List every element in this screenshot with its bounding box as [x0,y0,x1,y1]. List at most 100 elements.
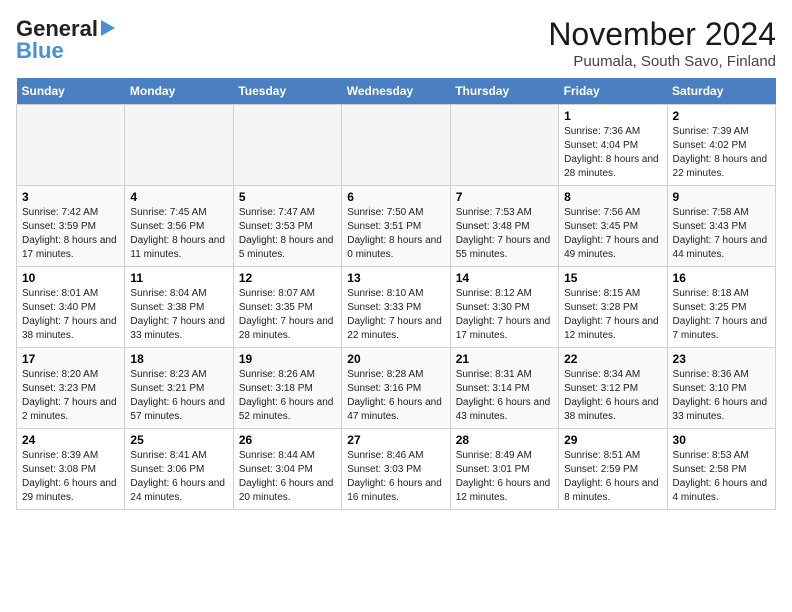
day-info: Sunrise: 7:36 AM Sunset: 4:04 PM Dayligh… [564,125,661,181]
day-number: 21 [456,352,553,366]
col-friday: Friday [559,78,667,105]
table-row [125,105,233,186]
day-number: 28 [456,433,553,447]
day-number: 17 [22,352,119,366]
day-info: Sunrise: 8:18 AM Sunset: 3:25 PM Dayligh… [673,287,770,343]
day-number: 24 [22,433,119,447]
day-info: Sunrise: 8:10 AM Sunset: 3:33 PM Dayligh… [347,287,444,343]
page-header: General Blue November 2024 Puumala, Sout… [16,16,776,70]
day-number: 19 [239,352,336,366]
table-row: 11Sunrise: 8:04 AM Sunset: 3:38 PM Dayli… [125,267,233,348]
col-sunday: Sunday [17,78,125,105]
table-row [450,105,558,186]
day-number: 23 [673,352,770,366]
table-row: 8Sunrise: 7:56 AM Sunset: 3:45 PM Daylig… [559,186,667,267]
day-info: Sunrise: 8:31 AM Sunset: 3:14 PM Dayligh… [456,368,553,424]
table-row: 16 Sunrise: 8:18 AM Sunset: 3:25 PM Dayli… [667,267,775,348]
table-row: 12Sunrise: 8:07 AM Sunset: 3:35 PM Dayli… [233,267,341,348]
table-row: 3 Sunrise: 7:42 AM Sunset: 3:59 PM Daylig… [17,186,125,267]
location-subtitle: Puumala, South Savo, Finland [548,53,776,70]
logo-arrow-icon [101,20,115,36]
table-row: 18Sunrise: 8:23 AM Sunset: 3:21 PM Dayli… [125,348,233,429]
table-row: 21 Sunrise: 8:31 AM Sunset: 3:14 PM Dayli… [450,348,558,429]
day-info: Sunrise: 7:45 AM Sunset: 3:56 PM Dayligh… [130,206,227,262]
col-tuesday: Tuesday [233,78,341,105]
day-info: Sunrise: 7:56 AM Sunset: 3:45 PM Dayligh… [564,206,661,262]
day-info: Sunrise: 8:44 AM Sunset: 3:04 PM Dayligh… [239,449,336,505]
day-info: Sunrise: 8:46 AM Sunset: 3:03 PM Dayligh… [347,449,444,505]
day-number: 22 [564,352,661,366]
day-info: Sunrise: 7:50 AM Sunset: 3:51 PM Dayligh… [347,206,444,262]
day-info: Sunrise: 7:42 AM Sunset: 3:59 PM Dayligh… [22,206,119,262]
day-info: Sunrise: 8:39 AM Sunset: 3:08 PM Dayligh… [22,449,119,505]
day-info: Sunrise: 8:01 AM Sunset: 3:40 PM Dayligh… [22,287,119,343]
day-number: 30 [673,433,770,447]
day-info: Sunrise: 8:34 AM Sunset: 3:12 PM Dayligh… [564,368,661,424]
col-saturday: Saturday [667,78,775,105]
col-thursday: Thursday [450,78,558,105]
table-row: 14 Sunrise: 8:12 AM Sunset: 3:30 PM Dayli… [450,267,558,348]
col-monday: Monday [125,78,233,105]
day-number: 1 [564,109,661,123]
day-info: Sunrise: 8:28 AM Sunset: 3:16 PM Dayligh… [347,368,444,424]
title-area: November 2024 Puumala, South Savo, Finla… [548,16,776,70]
day-number: 27 [347,433,444,447]
table-row: 13 Sunrise: 8:10 AM Sunset: 3:33 PM Dayli… [342,267,450,348]
day-number: 10 [22,271,119,285]
table-row [342,105,450,186]
day-info: Sunrise: 8:20 AM Sunset: 3:23 PM Dayligh… [22,368,119,424]
table-row: 22 Sunrise: 8:34 AM Sunset: 3:12 PM Dayli… [559,348,667,429]
table-row: 2 Sunrise: 7:39 AM Sunset: 4:02 PM Daylig… [667,105,775,186]
table-row: 4 Sunrise: 7:45 AM Sunset: 3:56 PM Daylig… [125,186,233,267]
table-row: 10 Sunrise: 8:01 AM Sunset: 3:40 PM Dayli… [17,267,125,348]
day-info: Sunrise: 8:23 AM Sunset: 3:21 PM Dayligh… [130,368,227,424]
month-title: November 2024 [548,16,776,53]
day-number: 25 [130,433,227,447]
day-info: Sunrise: 7:47 AM Sunset: 3:53 PM Dayligh… [239,206,336,262]
table-row: 25Sunrise: 8:41 AM Sunset: 3:06 PM Dayli… [125,429,233,510]
table-row: 27 Sunrise: 8:46 AM Sunset: 3:03 PM Dayli… [342,429,450,510]
day-info: Sunrise: 7:53 AM Sunset: 3:48 PM Dayligh… [456,206,553,262]
day-number: 6 [347,190,444,204]
table-row: 24 Sunrise: 8:39 AM Sunset: 3:08 PM Dayli… [17,429,125,510]
day-number: 14 [456,271,553,285]
day-number: 7 [456,190,553,204]
table-row: 19Sunrise: 8:26 AM Sunset: 3:18 PM Dayli… [233,348,341,429]
table-row: 26Sunrise: 8:44 AM Sunset: 3:04 PM Dayli… [233,429,341,510]
table-row: 6 Sunrise: 7:50 AM Sunset: 3:51 PM Daylig… [342,186,450,267]
day-number: 20 [347,352,444,366]
day-info: Sunrise: 8:36 AM Sunset: 3:10 PM Dayligh… [673,368,770,424]
day-number: 13 [347,271,444,285]
day-number: 11 [130,271,227,285]
day-number: 16 [673,271,770,285]
table-row [233,105,341,186]
calendar-header-row: Sunday Monday Tuesday Wednesday Thursday… [17,78,776,105]
table-row: 9Sunrise: 7:58 AM Sunset: 3:43 PM Daylig… [667,186,775,267]
table-row: 23 Sunrise: 8:36 AM Sunset: 3:10 PM Dayli… [667,348,775,429]
table-row: 5 Sunrise: 7:47 AM Sunset: 3:53 PM Daylig… [233,186,341,267]
table-row: 28 Sunrise: 8:49 AM Sunset: 3:01 PM Dayli… [450,429,558,510]
day-info: Sunrise: 8:12 AM Sunset: 3:30 PM Dayligh… [456,287,553,343]
day-info: Sunrise: 8:49 AM Sunset: 3:01 PM Dayligh… [456,449,553,505]
table-row: 17 Sunrise: 8:20 AM Sunset: 3:23 PM Dayli… [17,348,125,429]
day-info: Sunrise: 7:58 AM Sunset: 3:43 PM Dayligh… [673,206,770,262]
day-info: Sunrise: 7:39 AM Sunset: 4:02 PM Dayligh… [673,125,770,181]
table-row: 7 Sunrise: 7:53 AM Sunset: 3:48 PM Daylig… [450,186,558,267]
calendar-week-row: 3 Sunrise: 7:42 AM Sunset: 3:59 PM Daylig… [17,186,776,267]
logo: General Blue [16,16,115,64]
day-info: Sunrise: 8:51 AM Sunset: 2:59 PM Dayligh… [564,449,661,505]
day-number: 2 [673,109,770,123]
day-number: 15 [564,271,661,285]
col-wednesday: Wednesday [342,78,450,105]
table-row: 30 Sunrise: 8:53 AM Sunset: 2:58 PM Dayli… [667,429,775,510]
day-number: 5 [239,190,336,204]
day-number: 4 [130,190,227,204]
table-row: 1 Sunrise: 7:36 AM Sunset: 4:04 PM Daylig… [559,105,667,186]
calendar-week-row: 17 Sunrise: 8:20 AM Sunset: 3:23 PM Dayli… [17,348,776,429]
day-number: 12 [239,271,336,285]
day-number: 3 [22,190,119,204]
day-info: Sunrise: 8:15 AM Sunset: 3:28 PM Dayligh… [564,287,661,343]
calendar-week-row: 10 Sunrise: 8:01 AM Sunset: 3:40 PM Dayli… [17,267,776,348]
table-row: 15 Sunrise: 8:15 AM Sunset: 3:28 PM Dayli… [559,267,667,348]
day-info: Sunrise: 8:53 AM Sunset: 2:58 PM Dayligh… [673,449,770,505]
